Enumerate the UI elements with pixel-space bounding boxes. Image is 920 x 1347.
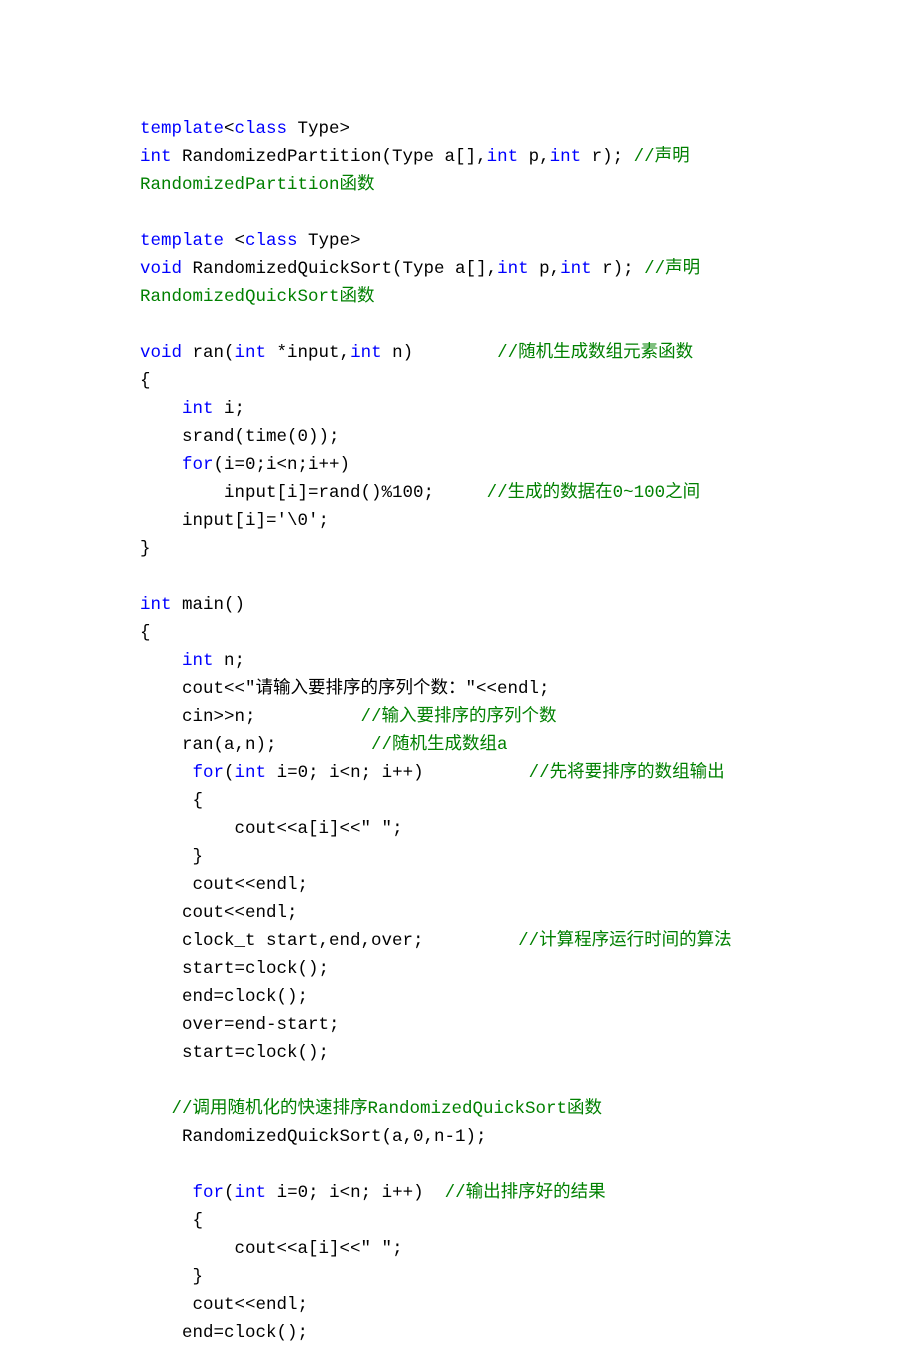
code-token: for (182, 455, 214, 475)
code-token: ran( (182, 343, 235, 363)
code-token: ( (224, 1183, 235, 1203)
code-token: //声明 (634, 147, 690, 167)
code-token: int (182, 651, 214, 671)
code-token: template (140, 119, 224, 139)
code-token: } (140, 847, 203, 867)
code-token: RandomizedPartition函数 (140, 175, 375, 195)
code-token: int (140, 147, 172, 167)
code-token: < (224, 119, 235, 139)
code-token: //先将要排序的数组输出 (529, 763, 725, 783)
code-token: end=clock(); (140, 1323, 308, 1343)
code-token: //声明 (644, 259, 700, 279)
code-token: < (224, 231, 245, 251)
code-token: int (235, 763, 267, 783)
code-token: input[i]=rand()%100; (140, 483, 487, 503)
code-token: int (235, 1183, 267, 1203)
code-token: cout<< (140, 679, 245, 699)
code-token: clock_t start,end,over; (140, 931, 518, 951)
code-token: Type> (287, 119, 350, 139)
code-token: r); (581, 147, 634, 167)
code-token: RandomizedQuickSort(Type a[], (182, 259, 497, 279)
code-token: //输出排序好的结果 (445, 1183, 606, 1203)
code-token: srand(time(0)); (140, 427, 340, 447)
code-token: i; (214, 399, 246, 419)
code-token: ; (392, 1239, 403, 1259)
code-token: void (140, 259, 182, 279)
code-token: i=0; i<n; i++) (266, 1183, 445, 1203)
code-token: RandomizedPartition(Type a[], (172, 147, 487, 167)
code-token: { (140, 1211, 203, 1231)
code-token (140, 1183, 193, 1203)
code-token: ran(a,n); (140, 735, 371, 755)
code-token: template (140, 231, 224, 251)
code-token: //计算程序运行时间的算法 (518, 931, 732, 951)
code-token: cout<<a[i]<< (140, 819, 361, 839)
code-token: cout<<a[i]<< (140, 1239, 361, 1259)
code-token: Type> (298, 231, 361, 251)
code-token: start=clock(); (140, 959, 329, 979)
code-token: p, (529, 259, 561, 279)
code-token: cout<<endl; (140, 1295, 308, 1315)
code-token: int (560, 259, 592, 279)
code-token (140, 1099, 172, 1119)
code-token: void (140, 343, 182, 363)
code-token: n) (382, 343, 498, 363)
code-token: //随机生成数组元素函数 (497, 343, 693, 363)
code-token: class (235, 119, 288, 139)
code-token: <<endl; (476, 679, 550, 699)
code-token: int (497, 259, 529, 279)
code-token: } (140, 539, 151, 559)
code-token: *input, (266, 343, 350, 363)
code-token: main() (172, 595, 246, 615)
code-token: "请输入要排序的序列个数：" (245, 679, 476, 699)
code-token: //输入要排序的序列个数 (361, 707, 557, 727)
code-token: { (140, 623, 151, 643)
code-token: for (193, 763, 225, 783)
code-token: int (487, 147, 519, 167)
code-token: class (245, 231, 298, 251)
code-token: { (140, 371, 151, 391)
code-document: template<class Type> int RandomizedParti… (0, 0, 920, 1347)
code-token: int (140, 595, 172, 615)
code-token: ( (224, 763, 235, 783)
code-token: } (140, 1267, 203, 1287)
code-token: int (350, 343, 382, 363)
code-token: for (193, 1183, 225, 1203)
code-token: int (550, 147, 582, 167)
code-token: start=clock(); (140, 1043, 329, 1063)
code-token: i=0; i<n; i++) (266, 763, 529, 783)
code-token: end=clock(); (140, 987, 308, 1007)
code-token: //调用随机化的快速排序RandomizedQuickSort函数 (172, 1099, 603, 1119)
code-token (140, 399, 182, 419)
code-token: p, (518, 147, 550, 167)
code-token: " " (361, 1239, 393, 1259)
code-token: RandomizedQuickSort(a,0,n-1); (140, 1127, 487, 1147)
code-token: { (140, 791, 203, 811)
code-token: cout<<endl; (140, 875, 308, 895)
code-token: n; (214, 651, 246, 671)
code-token: " " (361, 819, 393, 839)
code-token: //生成的数据在0~100之间 (487, 483, 701, 503)
code-token: cin>>n; (140, 707, 361, 727)
code-token: input[i]='\0'; (140, 511, 329, 531)
code-token: cout<<endl; (140, 903, 298, 923)
code-token: int (235, 343, 267, 363)
code-token: //随机生成数组a (371, 735, 508, 755)
code-token: r); (592, 259, 645, 279)
code-token: RandomizedQuickSort函数 (140, 287, 375, 307)
code-token (140, 651, 182, 671)
code-token (140, 455, 182, 475)
code-token: ; (392, 819, 403, 839)
code-token: (i=0;i<n;i++) (214, 455, 351, 475)
code-token: over=end-start; (140, 1015, 340, 1035)
code-token: int (182, 399, 214, 419)
code-token (140, 763, 193, 783)
